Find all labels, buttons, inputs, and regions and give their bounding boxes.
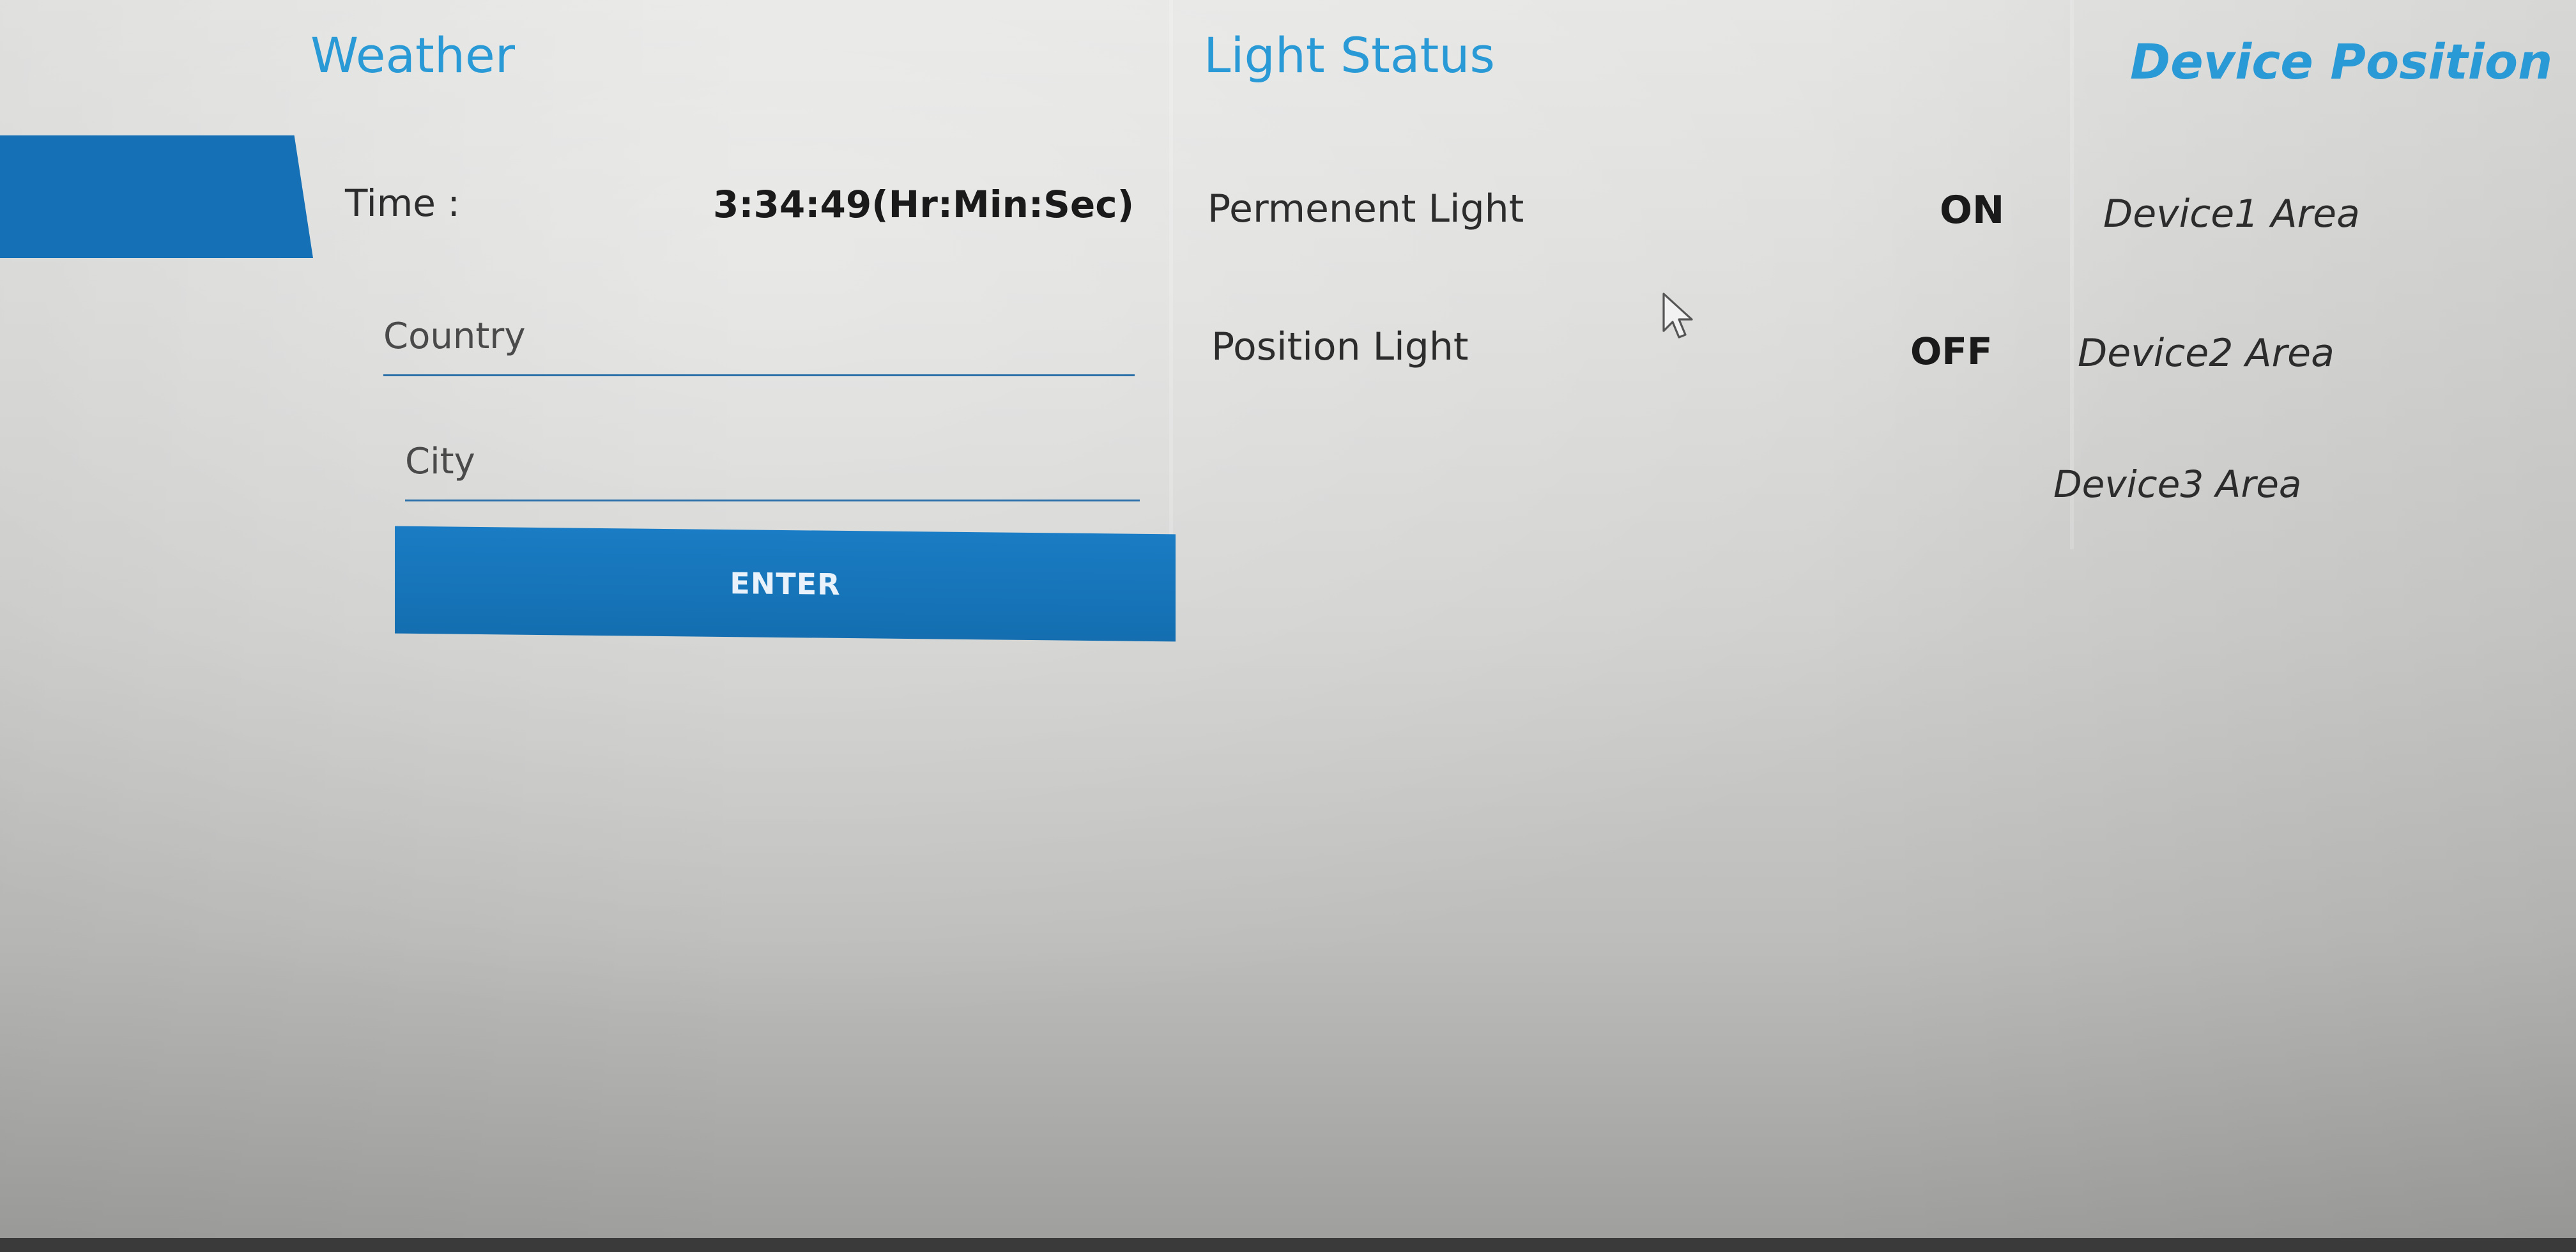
city-input[interactable]	[405, 441, 1140, 482]
time-label: Time :	[345, 181, 460, 225]
city-field[interactable]	[405, 441, 1140, 501]
device3-area: Device3 Area	[2053, 462, 2302, 506]
country-field[interactable]	[383, 316, 1135, 376]
device2-area: Device2 Area	[2078, 331, 2334, 376]
permanent-light-label: Permenent Light	[1208, 187, 1524, 231]
position-light-label: Position Light	[1211, 324, 1469, 369]
light-status-heading: Light Status	[1204, 27, 1495, 84]
device-position-heading: Device Position	[2130, 33, 2553, 90]
weather-heading: Weather	[310, 27, 515, 84]
monitor-bezel	[0, 1238, 2576, 1252]
enter-button[interactable]: ENTER	[395, 526, 1176, 642]
device1-area: Device1 Area	[2103, 192, 2360, 236]
mouse-pointer-icon	[1662, 293, 1693, 339]
permanent-light-status: ON	[1940, 188, 2005, 233]
time-value: 3:34:49(Hr:Min:Sec)	[713, 183, 1135, 226]
panel-divider-left	[1169, 0, 1173, 549]
position-light-status: OFF	[1910, 330, 1993, 373]
sidebar-tab[interactable]	[0, 135, 313, 258]
country-input[interactable]	[383, 316, 1135, 357]
